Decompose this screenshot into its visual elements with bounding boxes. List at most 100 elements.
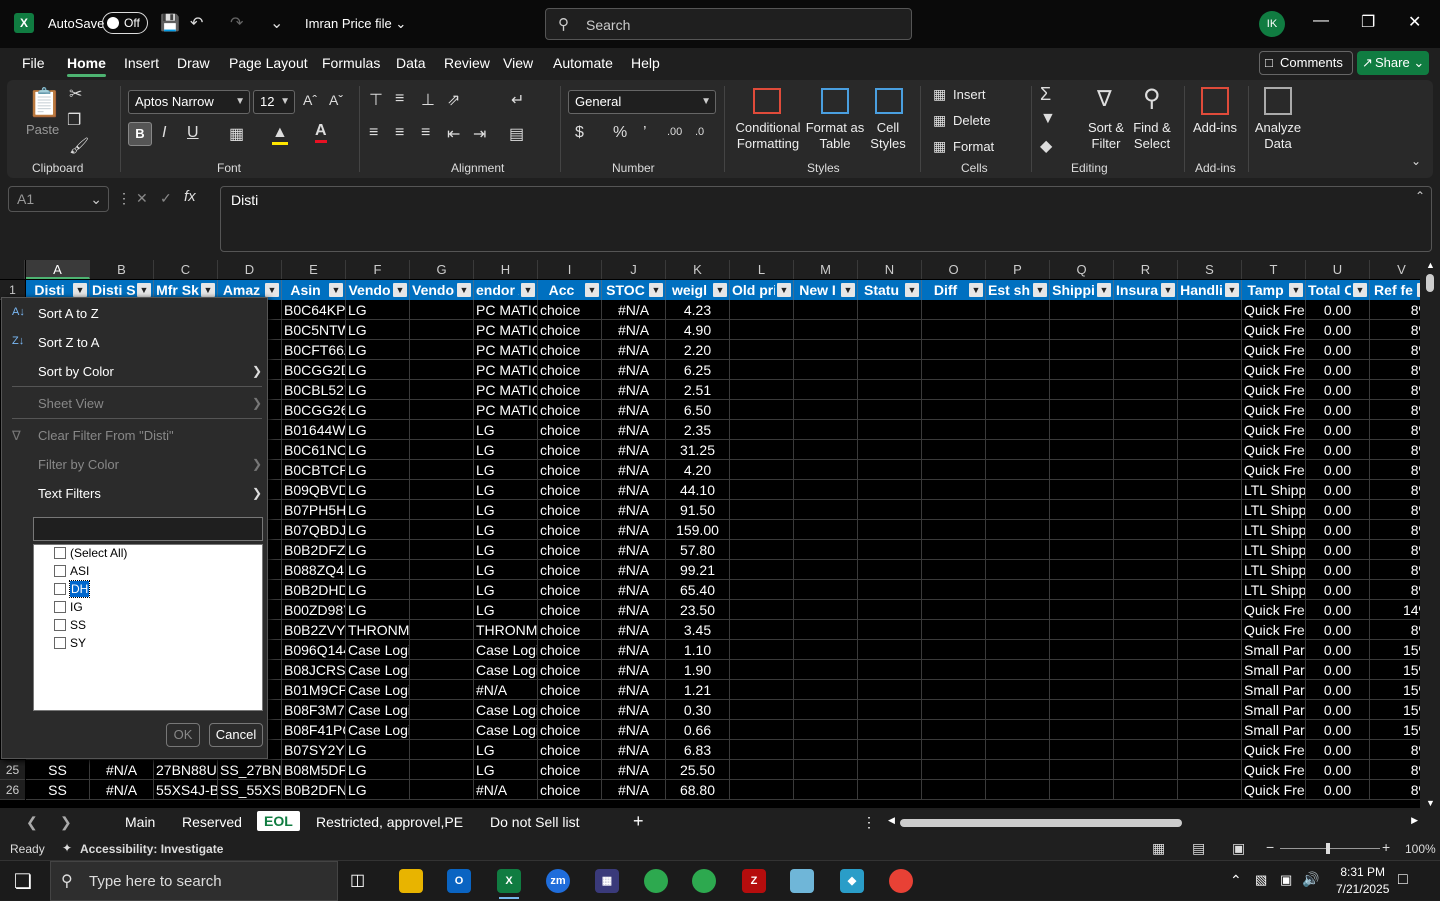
cell[interactable]: Case Logic (346, 680, 410, 700)
select-all-corner[interactable] (0, 260, 25, 279)
menu-data[interactable]: Data (396, 55, 426, 71)
cell[interactable] (730, 520, 794, 540)
cell[interactable] (1050, 380, 1114, 400)
cell[interactable] (858, 640, 922, 660)
network-icon[interactable]: ▧ (1255, 872, 1267, 888)
cell[interactable] (922, 300, 986, 320)
decrease-decimal-icon[interactable]: .0 (695, 126, 704, 138)
cell[interactable] (410, 420, 474, 440)
cell[interactable]: 31.25 (666, 440, 730, 460)
ok-button[interactable]: OK (166, 723, 200, 747)
cell[interactable]: LG (346, 600, 410, 620)
cell[interactable]: choice (538, 300, 602, 320)
cell[interactable]: LG (474, 580, 538, 600)
menu-formulas[interactable]: Formulas (322, 55, 380, 71)
cell[interactable] (922, 640, 986, 660)
cell[interactable] (858, 460, 922, 480)
cell[interactable]: LG (346, 380, 410, 400)
cell[interactable] (986, 340, 1050, 360)
cell[interactable] (986, 740, 1050, 760)
cell[interactable]: #N/A (602, 740, 666, 760)
cell[interactable] (1114, 680, 1178, 700)
cell[interactable]: THRONMA (474, 620, 538, 640)
cell[interactable]: #N/A (602, 480, 666, 500)
conditional-formatting-button[interactable]: Conditional Formatting (733, 120, 803, 152)
cell[interactable] (1178, 400, 1242, 420)
cell[interactable] (986, 620, 1050, 640)
cell[interactable]: B096Q144 (282, 640, 346, 660)
cell[interactable] (986, 320, 1050, 340)
cell[interactable] (1050, 760, 1114, 780)
cell[interactable] (922, 780, 986, 800)
cell[interactable]: 0.00 (1306, 660, 1370, 680)
cell[interactable]: #N/A (474, 680, 538, 700)
menu-review[interactable]: Review (444, 55, 490, 71)
cell[interactable]: LG (346, 320, 410, 340)
cell[interactable]: B0B2DHDZ (282, 580, 346, 600)
cell[interactable]: choice (538, 540, 602, 560)
cell[interactable]: LG (474, 420, 538, 440)
undo-icon[interactable]: ↶ (190, 13, 203, 33)
cell[interactable] (986, 420, 1050, 440)
cell[interactable]: 8% (1370, 340, 1420, 360)
cell[interactable] (1114, 600, 1178, 620)
column-header-f[interactable]: F (346, 260, 410, 279)
cell[interactable]: #N/A (602, 380, 666, 400)
cell[interactable] (858, 740, 922, 760)
normal-view-icon[interactable]: ▦ (1152, 840, 1165, 857)
sort-z-to-a[interactable]: Sort Z to A (38, 335, 99, 350)
cell[interactable]: 8% (1370, 620, 1420, 640)
cell[interactable]: 23.50 (666, 600, 730, 620)
cell[interactable]: #N/A (602, 560, 666, 580)
cell[interactable]: B08M5DFZ (282, 760, 346, 780)
cell[interactable]: LG (346, 560, 410, 580)
cell[interactable] (410, 700, 474, 720)
cell[interactable] (730, 420, 794, 440)
cell[interactable]: 8% (1370, 520, 1420, 540)
cell[interactable]: SS (26, 760, 90, 780)
cell[interactable]: choice (538, 560, 602, 580)
column-header-i[interactable]: I (538, 260, 602, 279)
filter-dropdown-icon[interactable]: ▼ (457, 283, 471, 297)
cell[interactable] (986, 540, 1050, 560)
accessibility-status[interactable]: Accessibility: Investigate (80, 842, 223, 856)
paste-icon[interactable]: 📋 (27, 86, 62, 119)
insert-cells-button[interactable]: Insert (953, 87, 986, 103)
cell[interactable]: 8% (1370, 780, 1420, 800)
cell[interactable] (922, 480, 986, 500)
cell[interactable]: 159.00 (666, 520, 730, 540)
cell[interactable]: LTL Shippi (1242, 500, 1306, 520)
cell[interactable] (1178, 640, 1242, 660)
restore-icon[interactable]: ❐ (1361, 12, 1375, 32)
column-header-p[interactable]: P (986, 260, 1050, 279)
autosave-toggle[interactable]: Off (102, 12, 148, 34)
cell[interactable] (410, 540, 474, 560)
cell[interactable]: 8% (1370, 740, 1420, 760)
cell[interactable]: 0.00 (1306, 440, 1370, 460)
filter-dropdown-icon[interactable]: ▼ (1161, 283, 1175, 297)
cell[interactable]: B0CBL527 (282, 380, 346, 400)
cell[interactable]: 27BN88U- (154, 760, 218, 780)
cell[interactable] (986, 780, 1050, 800)
cell[interactable]: 6.25 (666, 360, 730, 380)
underline-icon[interactable]: U (187, 124, 199, 142)
filter-search-input[interactable] (33, 517, 263, 541)
increase-indent-icon[interactable]: ⇥ (473, 124, 486, 144)
cell[interactable] (794, 620, 858, 640)
cell[interactable]: 8% (1370, 460, 1420, 480)
cell[interactable]: LG (474, 480, 538, 500)
column-header-g[interactable]: G (410, 260, 474, 279)
cell[interactable] (922, 540, 986, 560)
column-header-q[interactable]: Q (1050, 260, 1114, 279)
cell[interactable]: SS_27BN8 (218, 760, 282, 780)
cell[interactable]: 8% (1370, 400, 1420, 420)
cell[interactable] (986, 640, 1050, 660)
cell[interactable] (1178, 600, 1242, 620)
format-cells-icon[interactable]: ▦ (933, 138, 946, 155)
chevron-up-icon[interactable]: ⌃ (1230, 872, 1242, 889)
cell[interactable] (858, 420, 922, 440)
cell[interactable] (410, 520, 474, 540)
cell[interactable] (1178, 480, 1242, 500)
cell[interactable] (858, 620, 922, 640)
cell[interactable] (794, 340, 858, 360)
